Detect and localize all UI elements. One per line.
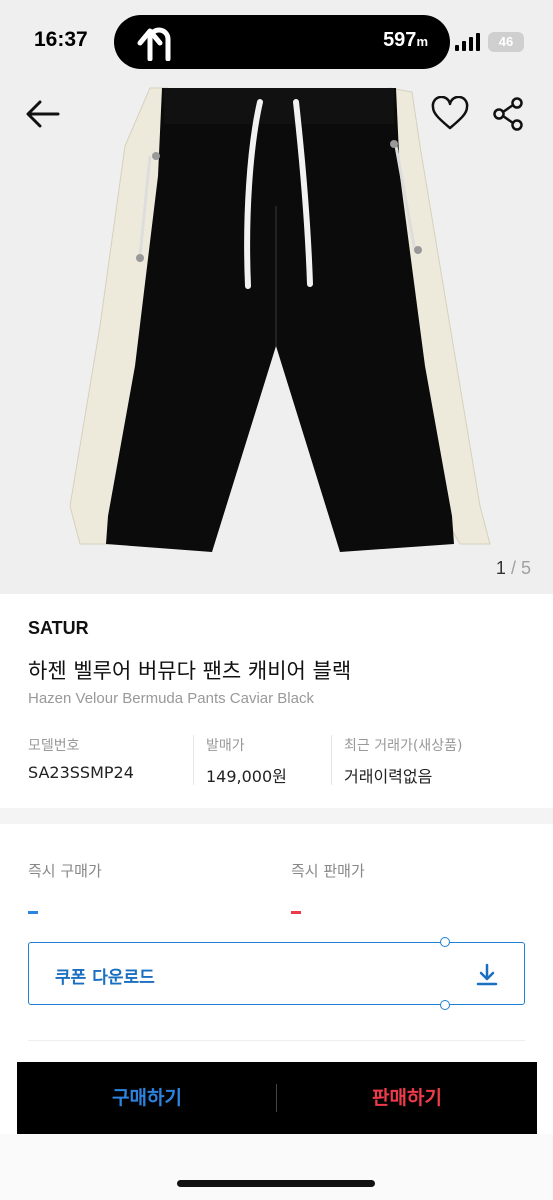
status-time: 16:37 bbox=[34, 28, 88, 51]
coupon-download-button[interactable]: 쿠폰 다운로드 bbox=[28, 937, 525, 1010]
product-title-en: Hazen Velour Bermuda Pants Caviar Black bbox=[28, 690, 314, 707]
share-icon[interactable] bbox=[490, 96, 526, 132]
instant-buy-price: 즉시 구매가 bbox=[28, 860, 102, 914]
spec-label: 최근 거래가(새상품) bbox=[344, 738, 463, 754]
product-specs: 모델번호 SA23SSMP24 발매가 149,000원 최근 거래가(새상품)… bbox=[28, 735, 528, 786]
coupon-label: 쿠폰 다운로드 bbox=[55, 968, 155, 988]
home-indicator[interactable] bbox=[177, 1180, 375, 1187]
section-divider bbox=[0, 808, 553, 824]
buy-button[interactable]: 구매하기 bbox=[17, 1062, 277, 1134]
instant-sell-empty-value bbox=[291, 911, 301, 914]
pager-current: 1 bbox=[495, 558, 506, 578]
product-gallery[interactable]: 1 / 5 bbox=[0, 86, 553, 594]
product-image bbox=[69, 87, 491, 552]
u-turn-arrow-icon bbox=[137, 27, 171, 61]
pager-separator: / bbox=[510, 558, 516, 578]
instant-buy-empty-value bbox=[28, 911, 38, 914]
bottom-content-faded bbox=[0, 1134, 553, 1200]
instant-buy-label: 즉시 구매가 bbox=[28, 862, 102, 880]
pager-total: 5 bbox=[520, 558, 531, 578]
brand-name[interactable]: SATUR bbox=[28, 618, 89, 639]
back-arrow-icon[interactable] bbox=[24, 96, 64, 132]
battery-icon: 46 bbox=[488, 32, 524, 52]
signal-bars-icon bbox=[455, 33, 480, 51]
spec-label: 모델번호 bbox=[28, 738, 80, 754]
product-title-ko: 하젠 벨루어 버뮤다 팬츠 캐비어 블랙 bbox=[28, 659, 352, 683]
coupon-notch bbox=[440, 937, 450, 947]
spec-recent-trade: 최근 거래가(새상품) 거래이력없음 bbox=[331, 735, 463, 786]
spec-release-price: 발매가 149,000원 bbox=[193, 735, 287, 786]
spec-value: 149,000원 bbox=[206, 767, 287, 786]
instant-sell-price: 즉시 판매가 bbox=[291, 860, 365, 914]
spec-label: 발매가 bbox=[206, 738, 245, 754]
spec-value: 거래이력없음 bbox=[344, 767, 433, 786]
spec-value: SA23SSMP24 bbox=[28, 763, 134, 782]
dynamic-island-navigation[interactable]: 597m bbox=[114, 15, 450, 69]
coupon-notch bbox=[440, 1000, 450, 1010]
gallery-pager: 1 / 5 bbox=[496, 558, 531, 579]
divider-line bbox=[28, 1040, 525, 1041]
spec-model-number: 모델번호 SA23SSMP24 bbox=[28, 735, 134, 785]
battery-level: 46 bbox=[498, 34, 514, 49]
status-bar: 16:37 597m 46 bbox=[0, 0, 553, 86]
instant-sell-label: 즉시 판매가 bbox=[291, 862, 365, 880]
heart-icon[interactable] bbox=[430, 96, 470, 132]
action-bar: 구매하기 판매하기 bbox=[17, 1062, 537, 1134]
sell-button[interactable]: 판매하기 bbox=[277, 1062, 537, 1134]
nav-distance: 597m bbox=[383, 29, 428, 51]
download-icon bbox=[476, 963, 498, 986]
